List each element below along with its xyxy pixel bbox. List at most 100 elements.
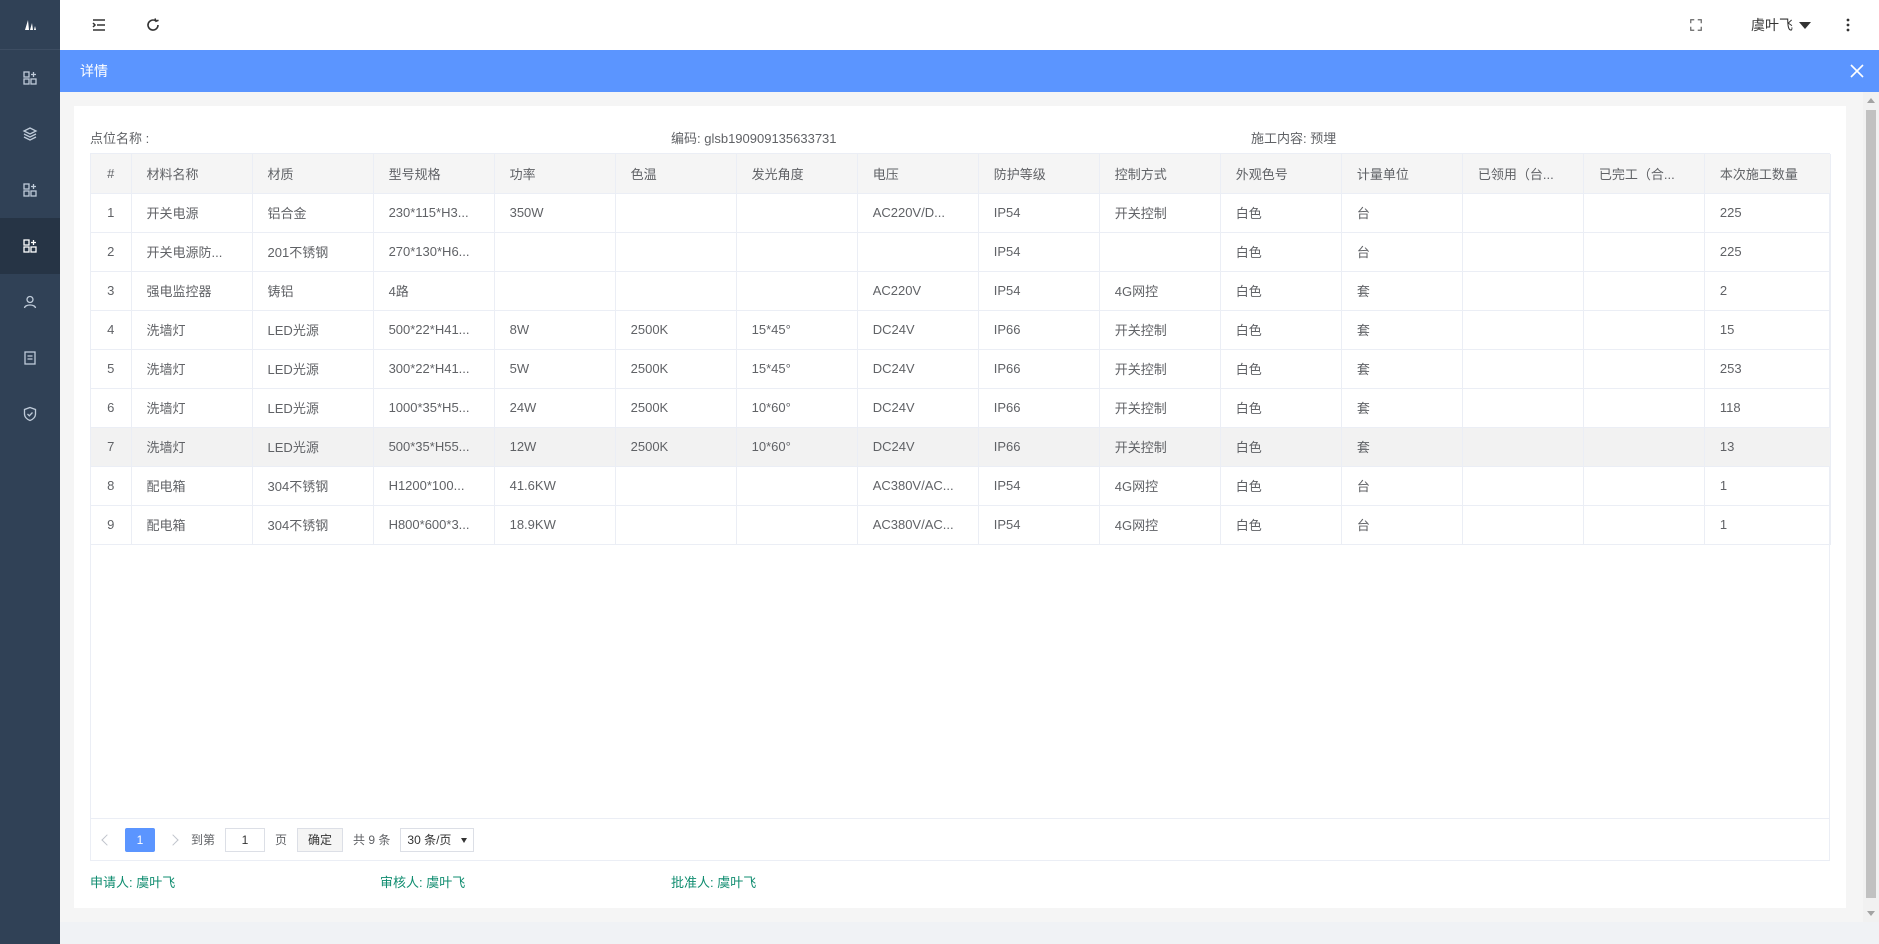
page-size-select[interactable]: 30 条/页: [400, 827, 475, 852]
table-cell: 套: [1341, 310, 1463, 350]
table-cell: [736, 271, 858, 311]
table-cell: 白色: [1220, 310, 1342, 350]
table-cell: DC24V: [857, 349, 979, 389]
table-cell: 铝合金: [252, 193, 374, 233]
table-row[interactable]: 2 开关电源防... 201不锈钢 270*130*H6... IP54 白色台 225: [91, 232, 1832, 272]
table-cell: 41.6KW: [494, 466, 616, 506]
table-cell: 台: [1341, 505, 1463, 545]
table-cell: 230*115*H3...: [373, 193, 495, 233]
table-cell: LED光源: [252, 349, 374, 389]
table-cell: 8W: [494, 310, 616, 350]
confirm-button[interactable]: 确定: [297, 827, 344, 852]
logo-icon: [25, 19, 36, 30]
table-cell: 5W: [494, 349, 616, 389]
scrollbar-thumb[interactable]: [1866, 110, 1876, 898]
table-cell: 4G网控: [1099, 271, 1221, 311]
table-cell: 洗墙灯: [131, 427, 253, 467]
table-cell: [494, 271, 616, 311]
table-row[interactable]: 6 洗墙灯 LED光源 1000*35*H5... 24W 2500K 10*60° DC24…: [91, 388, 1832, 428]
sidebar-item-document[interactable]: [0, 330, 60, 386]
logo[interactable]: [0, 0, 60, 50]
sidebar-item-dashboard[interactable]: [0, 50, 60, 106]
table-header-cell: #: [91, 154, 132, 194]
table-header-cell: 功率: [494, 154, 616, 194]
table-header-cell: 色温: [615, 154, 737, 194]
scroll-down-icon[interactable]: [1867, 911, 1875, 916]
table-cell: 4路: [373, 271, 495, 311]
table-row[interactable]: 9 配电箱 304不锈钢 H800*600*3... 18.9KW AC380V/AC..…: [91, 505, 1832, 545]
hamburger-icon: [92, 19, 105, 31]
table-cell: [615, 193, 737, 233]
sidebar-item-grid-active[interactable]: [0, 218, 60, 274]
next-page-icon[interactable]: [167, 833, 179, 846]
table-row[interactable]: 1 开关电源 铝合金 230*115*H3... 350W AC220V/D... IP54…: [91, 193, 1832, 233]
table-cell: [1583, 310, 1705, 350]
material-table-container: # 材料名称 材质 型号规格 功率 色温 发光角度 电压 防护等级 控制方式 外观色号 计量单位 已领用…: [90, 153, 1832, 819]
table-row[interactable]: 5 洗墙灯 LED光源 300*22*H41... 5W 2500K 15*45° DC24V…: [91, 349, 1832, 389]
sidebar-item-grid[interactable]: [0, 162, 60, 218]
table-cell: AC380V/AC...: [857, 505, 979, 545]
table-cell: [857, 232, 979, 272]
table-header-cell: 已领用（台...: [1462, 154, 1584, 194]
table-cell: 台: [1341, 193, 1463, 233]
table-cell: [1462, 427, 1584, 467]
modal-scrollbar[interactable]: [1863, 92, 1879, 922]
scroll-up-icon[interactable]: [1867, 98, 1875, 103]
sidebar-item-layers[interactable]: [0, 106, 60, 162]
table-cell: [736, 466, 858, 506]
table-header-cell: 控制方式: [1099, 154, 1221, 194]
sidebar-item-user[interactable]: [0, 274, 60, 330]
table-cell: IP66: [978, 427, 1100, 467]
code-label: 编码: glsb190909135633731: [671, 131, 837, 146]
page-number-current[interactable]: 1: [125, 827, 155, 852]
table-header-cell: 防护等级: [978, 154, 1100, 194]
table-row[interactable]: 4 洗墙灯 LED光源 500*22*H41... 8W 2500K 15*45° DC24V…: [91, 310, 1832, 350]
caret-down-icon[interactable]: [1799, 21, 1811, 29]
table-cell: [1583, 427, 1705, 467]
table-row[interactable]: 8 配电箱 304不锈钢 H1200*100... 41.6KW AC380V/AC...…: [91, 466, 1832, 506]
modal-title: 详情: [80, 63, 108, 79]
table-cell: 15*45°: [736, 310, 858, 350]
table-cell: 10*60°: [736, 427, 858, 467]
table-cell: 套: [1341, 427, 1463, 467]
table-cell: 白色: [1220, 232, 1342, 272]
table-cell: IP66: [978, 349, 1100, 389]
sidebar-item-shield[interactable]: [0, 386, 60, 442]
table-cell: [1583, 232, 1705, 272]
more-button[interactable]: [1839, 16, 1857, 34]
prev-page-icon[interactable]: [101, 833, 113, 846]
close-icon: [1850, 64, 1864, 78]
fullscreen-button[interactable]: [1687, 16, 1705, 34]
page-unit-label: 页: [275, 833, 288, 847]
table-header-row: # 材料名称 材质 型号规格 功率 色温 发光角度 电压 防护等级 控制方式 外观色号 计量单位 已领用…: [91, 154, 1832, 194]
table-cell: AC220V/D...: [857, 193, 979, 233]
reviewer-label: 审核人: 虞叶飞: [380, 875, 466, 890]
close-button[interactable]: [1849, 63, 1865, 79]
table-cell: 配电箱: [131, 466, 253, 506]
table-cell: 开关电源: [131, 193, 253, 233]
table-cell: [1583, 505, 1705, 545]
table-cell: 2500K: [615, 349, 737, 389]
table-cell: 开关电源防...: [131, 232, 253, 272]
table-cell: 12W: [494, 427, 616, 467]
document-icon: [24, 351, 36, 365]
table-cell: IP54: [978, 505, 1100, 545]
table-row[interactable]: 7 洗墙灯 LED光源 500*35*H55... 12W 2500K 10*60° DC24…: [91, 427, 1832, 467]
table-cell: 304不锈钢: [252, 505, 374, 545]
table-row[interactable]: 3 强电监控器 铸铝 4路 AC220V IP54 4G网控 白色套 2: [91, 271, 1832, 311]
grid-add-icon: [23, 183, 37, 197]
table-cell: 7: [91, 427, 132, 467]
table-cell: 洗墙灯: [131, 349, 253, 389]
goto-page-input[interactable]: [225, 827, 266, 852]
refresh-button[interactable]: [144, 16, 162, 34]
table-cell: 白色: [1220, 466, 1342, 506]
table-header-cell: 外观色号: [1220, 154, 1342, 194]
table-cell: [1462, 310, 1584, 350]
table-cell: DC24V: [857, 427, 979, 467]
menu-toggle-button[interactable]: [90, 16, 108, 34]
table-cell: 13: [1704, 427, 1832, 467]
table-cell: [1583, 349, 1705, 389]
table-cell: 6: [91, 388, 132, 428]
user-name[interactable]: 虞叶飞: [1751, 15, 1793, 35]
table-cell: [736, 505, 858, 545]
